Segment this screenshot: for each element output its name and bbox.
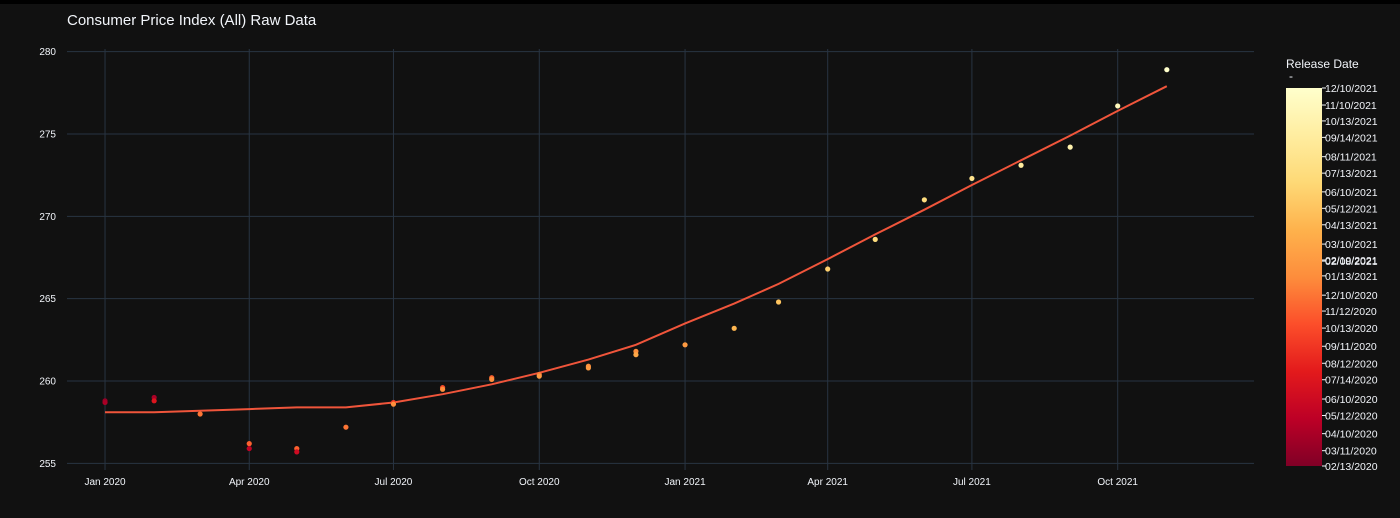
data-point[interactable]	[1164, 67, 1170, 73]
colorbar-tick-label: 03/11/2020	[1325, 446, 1377, 458]
colorbar-tick-label: 02/13/2020	[1325, 461, 1378, 473]
colorbar-gradient-bar	[1286, 88, 1322, 466]
colorbar-tick-label: 07/14/2020	[1325, 375, 1378, 387]
colorbar-tick-label: 10/13/2021	[1325, 116, 1378, 128]
colorbar: Release Date- 02/13/2020 03/11/2020 04/10/2…	[1286, 57, 1378, 473]
data-point[interactable]	[151, 398, 157, 404]
data-point[interactable]	[439, 386, 446, 392]
y-tick-label: 255	[39, 459, 56, 470]
data-point[interactable]	[102, 399, 108, 406]
data-point[interactable]	[1067, 144, 1073, 150]
x-tick-label: Jan 2021	[664, 477, 706, 488]
x-tick-label: Apr 2020	[229, 477, 270, 488]
data-point[interactable]	[825, 266, 831, 272]
colorbar-tick-label: 06/10/2021	[1325, 187, 1378, 199]
data-point[interactable]	[921, 197, 927, 203]
chart-svg[interactable]: 255 260 265 270 275 280 Jan 2020 Apr 2020 Jul 20…	[0, 0, 1400, 518]
x-tick-label: Jul 2021	[953, 477, 991, 488]
data-point[interactable]	[585, 365, 591, 371]
trend-line	[105, 85, 1168, 414]
x-tick-label: Jul 2020	[375, 477, 413, 488]
y-tick-label: 260	[39, 377, 56, 388]
x-tick-label: Apr 2021	[807, 477, 848, 488]
colorbar-tick-label: 04/10/2020	[1325, 429, 1378, 441]
data-point[interactable]	[969, 175, 975, 182]
y-tick-label: 280	[39, 47, 56, 58]
colorbar-tick-label: 08/12/2020	[1325, 358, 1378, 370]
data-point[interactable]	[633, 352, 639, 358]
data-point[interactable]	[1115, 103, 1121, 109]
colorbar-tick-label: 10/13/2020	[1325, 323, 1378, 335]
colorbar-tick-label: 11/10/2021	[1325, 100, 1377, 112]
colorbar-tick-label: 05/12/2020	[1325, 410, 1378, 422]
colorbar-title: Release Date	[1286, 57, 1359, 71]
grid-layer	[67, 49, 1254, 470]
colorbar-tick-label: 03/10/2021	[1325, 239, 1378, 251]
colorbar-tick-label: 05/12/2021	[1325, 203, 1378, 215]
data-point[interactable]	[682, 342, 688, 348]
data-point[interactable]	[246, 445, 252, 452]
colorbar-tick-label: 02/10/2021	[1325, 255, 1378, 267]
data-point[interactable]	[536, 373, 542, 379]
colorbar-tick-label: 04/13/2021	[1325, 220, 1378, 232]
x-tick-label: Jan 2020	[84, 477, 126, 488]
colorbar-tick-label: 12/10/2020	[1325, 290, 1378, 302]
data-point[interactable]	[872, 236, 878, 242]
data-point[interactable]	[731, 325, 737, 331]
data-point[interactable]	[294, 449, 300, 455]
colorbar-tick-label: 12/10/2021	[1325, 83, 1378, 95]
data-point[interactable]	[489, 376, 495, 382]
colorbar-tick-label: 07/13/2021	[1325, 168, 1378, 180]
y-tick-label: 275	[39, 129, 56, 140]
data-point[interactable]	[390, 401, 397, 407]
axis-layer: 255 260 265 270 275 280 Jan 2020 Apr 2020 Jul 20…	[39, 47, 1138, 488]
colorbar-subtitle: -	[1289, 69, 1293, 83]
x-tick-label: Oct 2020	[519, 477, 560, 488]
trend-layer	[105, 85, 1168, 414]
y-tick-label: 265	[39, 294, 56, 305]
colorbar-tick-label: 11/12/2020	[1325, 306, 1377, 318]
colorbar-tick-label: 06/10/2020	[1325, 394, 1378, 406]
colorbar-tick-label: 08/11/2021	[1325, 152, 1377, 164]
data-point[interactable]	[775, 299, 782, 305]
colorbar-tick-label: 09/14/2021	[1325, 132, 1378, 144]
x-tick-label: Oct 2021	[1097, 477, 1138, 488]
data-point[interactable]	[197, 411, 203, 417]
y-tick-label: 270	[39, 212, 56, 223]
data-point[interactable]	[246, 441, 252, 447]
colorbar-tick-label: 01/13/2021	[1325, 271, 1378, 283]
points-layer[interactable]	[102, 67, 1170, 455]
chart-container: Consumer Price Index (All) Raw Data 255 2…	[0, 0, 1400, 518]
colorbar-tick-label: 09/11/2020	[1325, 341, 1377, 353]
data-point[interactable]	[343, 424, 349, 430]
data-point[interactable]	[1018, 162, 1024, 168]
